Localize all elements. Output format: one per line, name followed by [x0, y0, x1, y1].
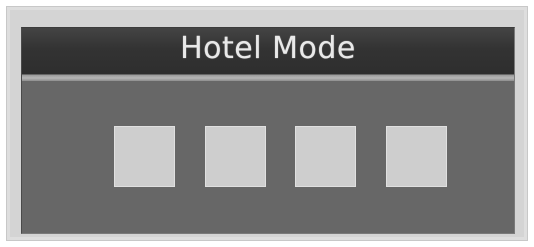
pin-indicator-2 [205, 126, 266, 187]
pin-indicator-1 [114, 126, 175, 187]
hotel-mode-panel: Hotel Mode [21, 27, 515, 234]
title-divider [22, 75, 514, 81]
dialog-frame: Hotel Mode [6, 6, 528, 241]
dialog-title: Hotel Mode [180, 31, 356, 66]
title-bar: Hotel Mode [22, 28, 514, 74]
pin-indicator-3 [295, 126, 356, 187]
pin-indicator-4 [386, 126, 447, 187]
pin-entry-indicators [22, 126, 514, 188]
